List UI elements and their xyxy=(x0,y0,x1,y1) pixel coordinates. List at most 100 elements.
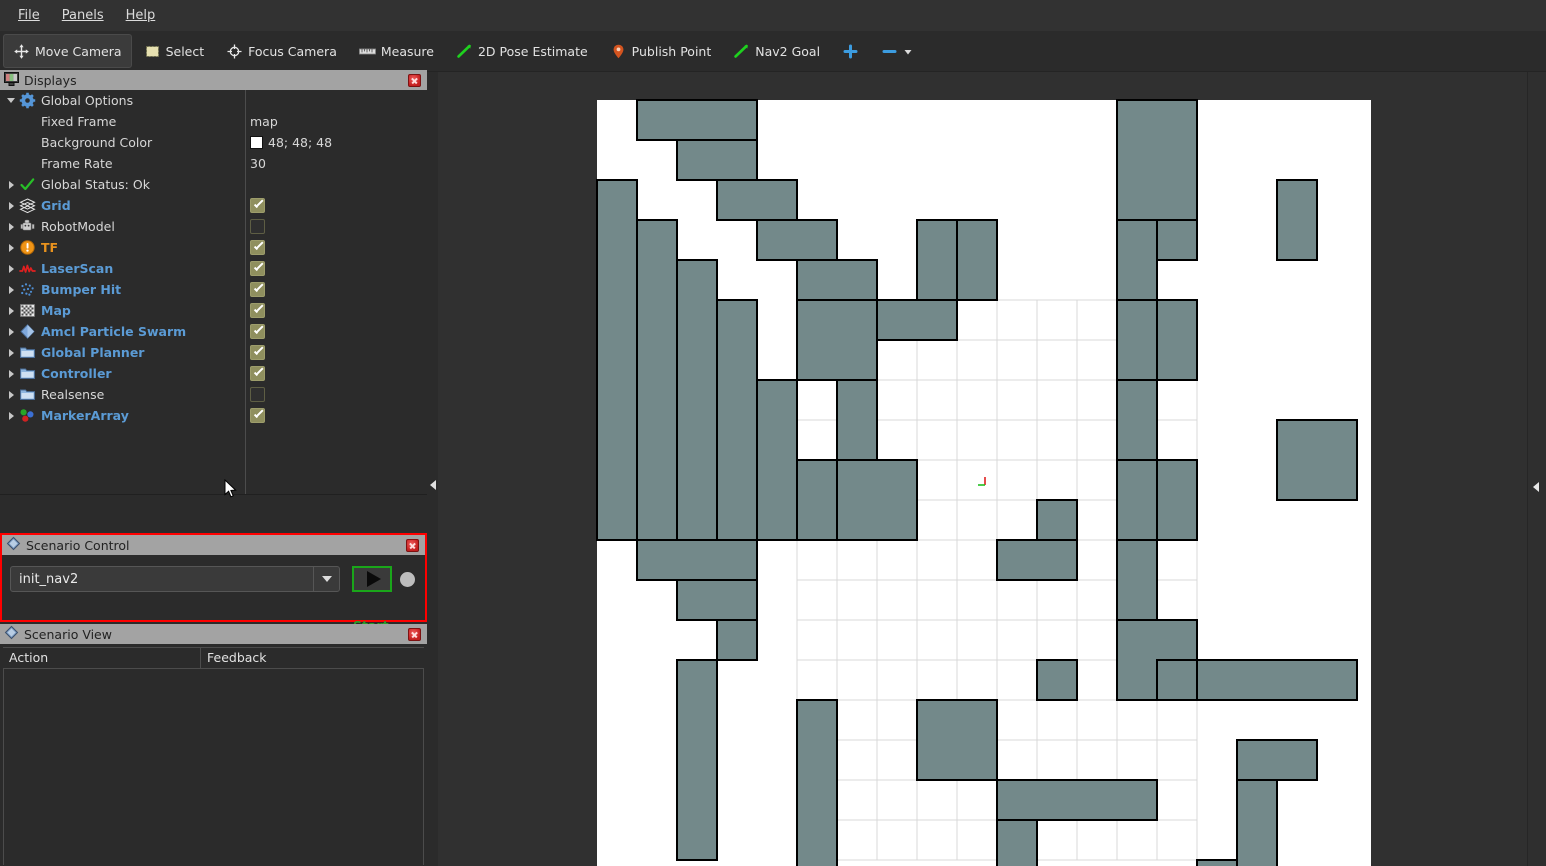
display-enable-checkbox[interactable] xyxy=(250,282,265,297)
scenario-view-title-bar: Scenario View xyxy=(0,624,427,644)
chevron-down-icon[interactable] xyxy=(6,90,19,111)
property-value[interactable]: 48; 48; 48 xyxy=(250,135,332,150)
collapse-left-arrow-icon[interactable] xyxy=(430,480,436,490)
render-view-3d[interactable] xyxy=(438,72,1527,866)
display-enable-checkbox[interactable] xyxy=(250,408,265,423)
color-swatch[interactable] xyxy=(250,136,263,149)
display-row-amcl-particle-swarm[interactable]: Amcl Particle Swarm xyxy=(0,321,427,342)
chevron-right-icon[interactable] xyxy=(6,342,19,363)
scenario-panel-icon xyxy=(4,625,19,643)
property-value[interactable]: 30 xyxy=(250,156,266,171)
tool-label: Measure xyxy=(380,43,434,59)
tool-label: Nav2 Goal xyxy=(755,43,821,59)
tool-2d-pose-estimate[interactable]: 2D Pose Estimate xyxy=(446,34,598,68)
column-header-action[interactable]: Action xyxy=(3,647,201,669)
group-icon xyxy=(19,386,36,403)
display-label: MarkerArray xyxy=(41,408,129,423)
close-icon[interactable] xyxy=(408,627,421,641)
display-enable-checkbox[interactable] xyxy=(250,240,265,255)
chevron-down-icon[interactable] xyxy=(903,43,913,60)
start-button[interactable] xyxy=(352,566,392,592)
tool-move-camera[interactable]: Move Camera xyxy=(3,34,132,68)
scenario-select[interactable]: init_nav2 xyxy=(10,566,340,592)
display-label: TF xyxy=(41,240,59,255)
tool-measure[interactable]: Measure xyxy=(349,34,444,68)
table-body[interactable] xyxy=(3,669,424,865)
collapse-right-arrow-icon[interactable] xyxy=(1533,482,1539,492)
display-enable-checkbox[interactable] xyxy=(250,261,265,276)
display-enable-checkbox[interactable] xyxy=(250,324,265,339)
display-row-frame-rate[interactable]: Frame Rate 30 xyxy=(0,153,427,174)
minus-icon xyxy=(881,43,898,60)
add-tool-button[interactable] xyxy=(832,34,869,68)
left-dock-splitter[interactable] xyxy=(428,72,438,495)
close-icon[interactable] xyxy=(406,538,419,552)
column-header-feedback[interactable]: Feedback xyxy=(201,647,424,669)
display-row-global-planner[interactable]: Global Planner xyxy=(0,342,427,363)
display-label: Global Options xyxy=(41,93,134,108)
right-dock-splitter[interactable] xyxy=(1527,72,1546,866)
chevron-right-icon[interactable] xyxy=(6,363,19,384)
tool-focus-camera[interactable]: Focus Camera xyxy=(216,34,347,68)
display-row-grid[interactable]: Grid xyxy=(0,195,427,216)
chevron-right-icon[interactable] xyxy=(6,174,19,195)
scenario-control-body: init_nav2 Start xyxy=(2,555,425,633)
tool-select[interactable]: Select xyxy=(134,34,215,68)
property-value[interactable]: map xyxy=(250,114,278,129)
chevron-right-icon[interactable] xyxy=(6,405,19,426)
display-row-laserscan[interactable]: LaserScan xyxy=(0,258,427,279)
close-icon[interactable] xyxy=(408,73,421,87)
display-row-fixed-frame[interactable]: Fixed Frame map xyxy=(0,111,427,132)
chevron-right-icon[interactable] xyxy=(6,300,19,321)
chevron-right-icon[interactable] xyxy=(6,195,19,216)
menu-bar: File Panels Help xyxy=(0,0,1546,31)
display-row-realsense[interactable]: Realsense xyxy=(0,384,427,405)
laserscan-icon xyxy=(19,260,36,277)
chevron-right-icon[interactable] xyxy=(6,279,19,300)
displays-tree[interactable]: Global Options Fixed Frame map Background C… xyxy=(0,90,427,495)
display-row-global-options[interactable]: Global Options xyxy=(0,90,427,111)
display-label: Realsense xyxy=(41,387,105,402)
scenario-control-panel: Scenario Control init_nav2 Start xyxy=(0,533,427,633)
chevron-right-icon[interactable] xyxy=(6,258,19,279)
chevron-right-icon[interactable] xyxy=(6,384,19,405)
display-label: Global Planner xyxy=(41,345,145,360)
tool-label: Publish Point xyxy=(631,43,712,59)
display-enable-checkbox[interactable] xyxy=(250,198,265,213)
display-row-background-color[interactable]: Background Color 48; 48; 48 xyxy=(0,132,427,153)
occupancy-map xyxy=(596,99,1371,866)
chevron-right-icon[interactable] xyxy=(6,216,19,237)
chevron-right-icon[interactable] xyxy=(6,321,19,342)
remove-tool-button[interactable] xyxy=(871,34,923,68)
display-row-robotmodel[interactable]: RobotModel xyxy=(0,216,427,237)
tool-bar: Move Camera Select Focus Camera Measure … xyxy=(0,31,1546,72)
display-label: Controller xyxy=(41,366,112,381)
tool-label: Focus Camera xyxy=(248,43,337,59)
display-enable-checkbox[interactable] xyxy=(250,387,265,402)
display-label: RobotModel xyxy=(41,219,115,234)
display-row-map[interactable]: Map xyxy=(0,300,427,321)
display-enable-checkbox[interactable] xyxy=(250,345,265,360)
display-row-tf[interactable]: TF xyxy=(0,237,427,258)
tool-nav2-goal[interactable]: Nav2 Goal xyxy=(723,34,830,68)
display-row-markerarray[interactable]: MarkerArray xyxy=(0,405,427,426)
display-label: Fixed Frame xyxy=(41,114,117,129)
panel-title-label: Displays xyxy=(24,72,77,88)
menu-help[interactable]: Help xyxy=(116,4,166,27)
display-enable-checkbox[interactable] xyxy=(250,303,265,318)
display-enable-checkbox[interactable] xyxy=(250,366,265,381)
scenario-select-value: init_nav2 xyxy=(19,571,79,587)
display-label: Amcl Particle Swarm xyxy=(41,324,187,339)
display-enable-checkbox[interactable] xyxy=(250,219,265,234)
chevron-right-icon[interactable] xyxy=(6,237,19,258)
menu-panels[interactable]: Panels xyxy=(52,4,114,27)
scenario-view-panel: Scenario View Action Feedback xyxy=(0,624,427,866)
display-row-bumper-hit[interactable]: Bumper Hit xyxy=(0,279,427,300)
display-row-global-status[interactable]: Global Status: Ok xyxy=(0,174,427,195)
move-camera-icon xyxy=(13,43,30,60)
tool-publish-point[interactable]: Publish Point xyxy=(600,34,722,68)
chevron-down-icon[interactable] xyxy=(313,567,339,591)
display-row-controller[interactable]: Controller xyxy=(0,363,427,384)
scenario-view-table: Action Feedback xyxy=(0,644,427,866)
menu-file[interactable]: File xyxy=(8,4,50,27)
